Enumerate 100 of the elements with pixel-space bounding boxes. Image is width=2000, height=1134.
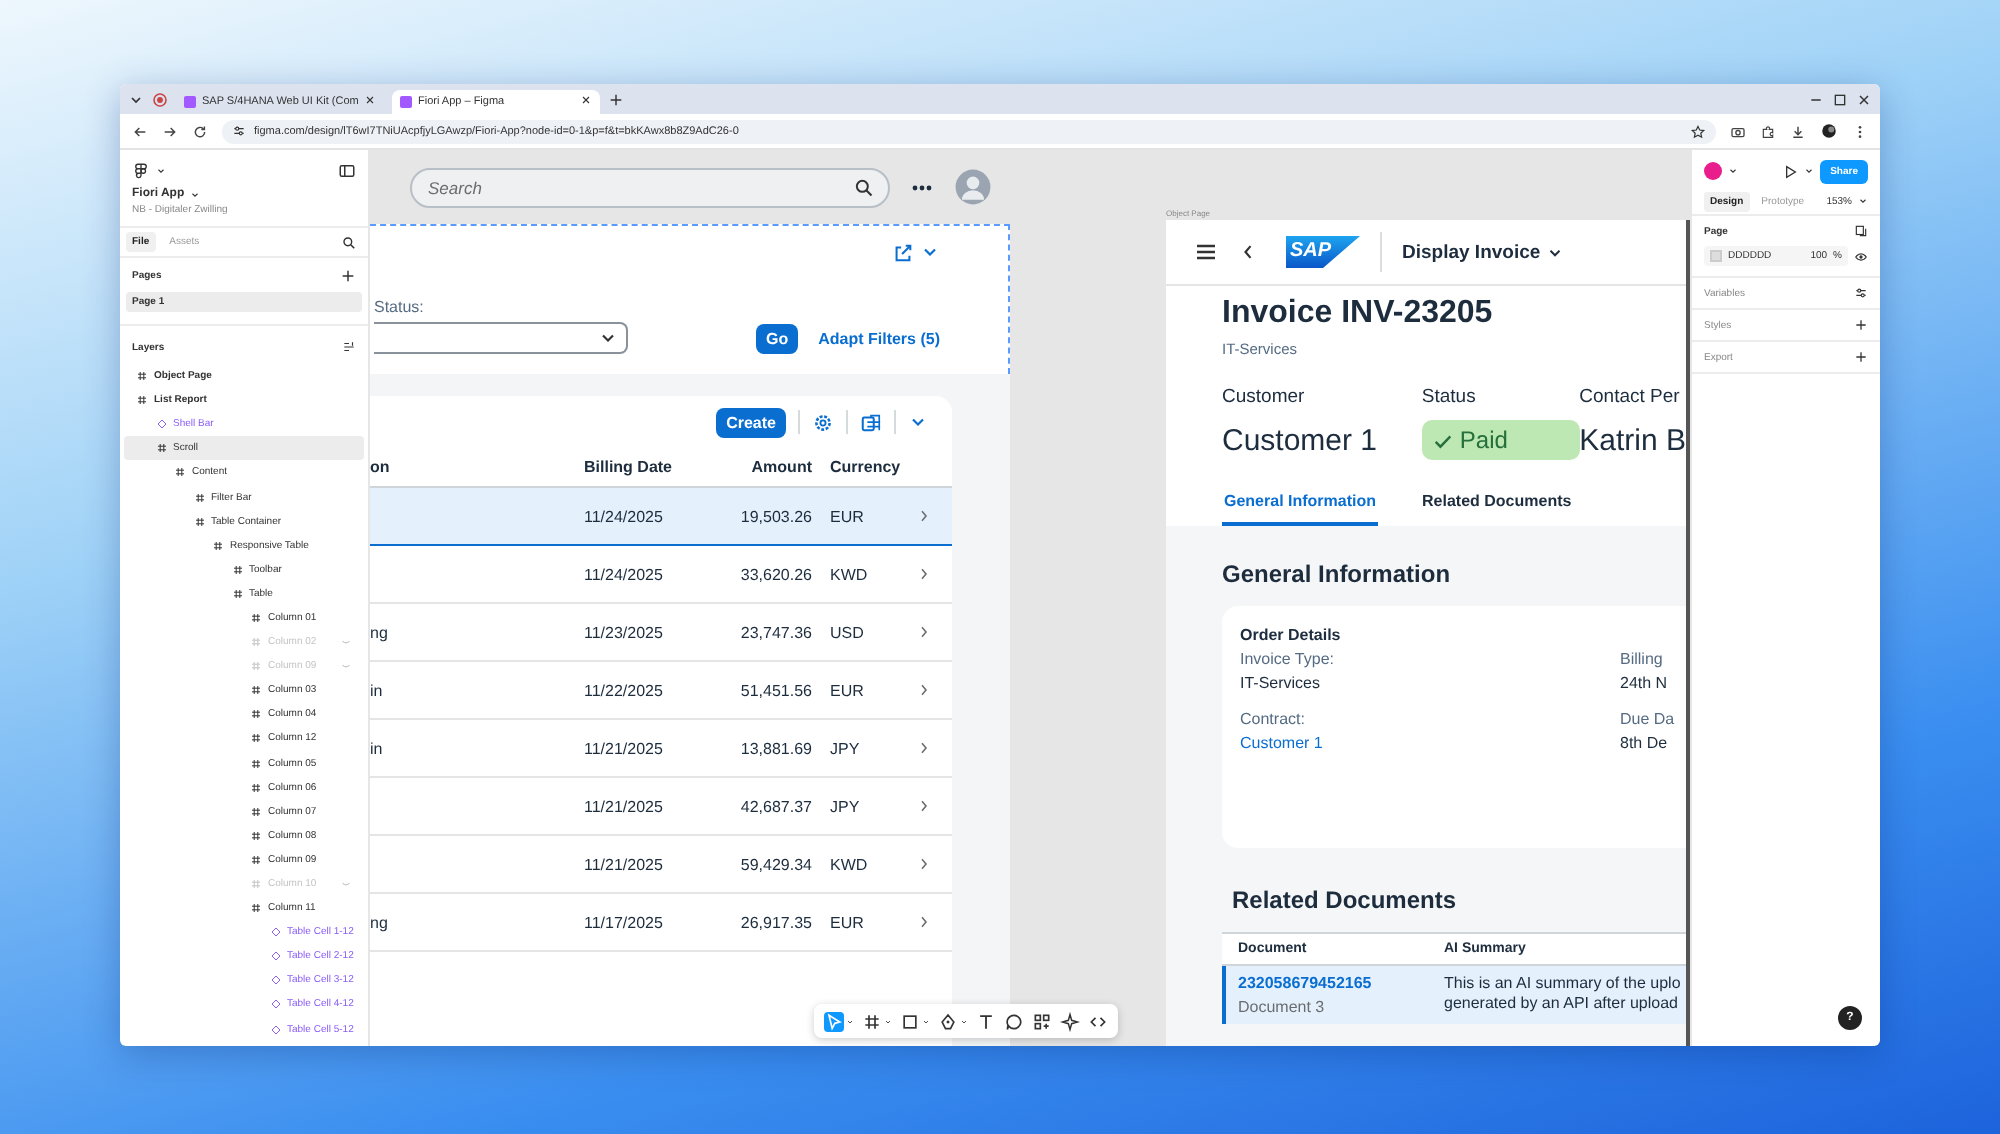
frame-icon [250,732,262,745]
column-header: on [370,458,392,476]
present-icon[interactable] [1782,163,1799,179]
reload-icon[interactable] [192,123,208,139]
ai-summary-text: This is an AI summary of the uplo generated by an API after upload [1444,974,1683,1016]
frame-icon [250,829,262,842]
table-row[interactable]: 11/24/2025 19,503.26 EUR [370,488,952,546]
panel-toggle-icon[interactable] [338,162,356,180]
frame-tool-icon[interactable] [862,1011,882,1031]
column-header[interactable]: Billing Date [584,458,720,476]
close-icon[interactable] [1856,92,1872,108]
section-tab[interactable]: Related Documents [1420,492,1574,526]
table-cell-text: 11/21/2025 [584,855,665,873]
add-icon[interactable] [1854,350,1868,364]
frame-icon [193,491,205,504]
sparkle-icon[interactable] [1060,1011,1080,1031]
settings-icon[interactable] [1854,286,1868,300]
table-cell-text: 11/24/2025 [584,565,665,583]
chevron-right-icon[interactable] [916,508,932,524]
adapt-filters-link[interactable]: Adapt Filters (5) [818,329,940,347]
app-title-menu[interactable]: Display Invoice [1402,241,1565,263]
column-header[interactable]: Amount [720,458,812,476]
attribute-value: Katrin B [1579,424,1686,458]
table-row[interactable]: 11/21/2025 42,687.37 JPY [370,778,952,836]
table-row[interactable]: 11/24/2025 33,620.26 KWD [370,546,952,604]
frame-icon [155,442,167,455]
contract-link[interactable]: Customer 1 [1240,734,1620,752]
field-value: IT-Services [1240,674,1323,692]
status-label: Status: [374,298,426,316]
pen-tool-icon[interactable] [938,1011,958,1031]
site-info-icon[interactable] [232,124,246,138]
move-tool-icon[interactable] [824,1011,844,1031]
add-page-icon[interactable] [340,267,356,283]
status-dropdown[interactable] [374,322,628,354]
close-icon[interactable] [580,93,592,105]
table-row[interactable]: ng 11/23/2025 23,747.36 USD [370,604,952,662]
rectangle-tool-icon[interactable] [900,1011,920,1031]
search-icon[interactable] [342,235,356,249]
chevron-right-icon[interactable] [916,798,932,814]
frame-icon [250,805,262,818]
chevron-right-icon[interactable] [916,682,932,698]
tab-search-icon[interactable] [128,92,144,108]
sap-logo: SAP [1286,236,1360,268]
layout-icon[interactable] [342,340,356,354]
figma-logo-icon[interactable] [132,162,150,180]
document-row[interactable]: 232058679452165 Document 3 This is an AI summary of the uplo generated by an API after upload [1222,966,1686,1024]
column-header[interactable]: Currency [812,458,916,476]
frame-icon [250,781,262,794]
table-cell: ng [370,623,388,641]
field-label: Billing [1620,650,1665,668]
share-icon[interactable] [892,242,914,264]
section-tab[interactable]: General Information [1222,492,1379,526]
section-title: Related Documents [1232,886,1459,914]
document-name: Document 3 [1238,998,1327,1016]
table-cell-text: 33,620.26 [738,565,812,583]
eye-icon[interactable] [1854,249,1868,263]
table-cell-text: 11/22/2025 [584,681,665,699]
new-tab-icon[interactable] [608,92,624,108]
frame-icon [250,611,262,624]
menu-icon[interactable] [1194,240,1218,264]
profile-icon[interactable] [1820,122,1838,140]
go-button[interactable]: Go [755,323,799,353]
table-row[interactable]: 11/21/2025 59,429.34 KWD [370,836,952,894]
text-tool-icon[interactable] [976,1011,996,1031]
bookmark-star-icon[interactable] [1690,123,1706,139]
card-title: Order Details [1240,626,1343,644]
actions-icon[interactable] [1032,1011,1052,1031]
chevron-right-icon[interactable] [916,914,932,930]
frame-icon [193,515,205,528]
chevron-right-icon[interactable] [916,856,932,872]
page-icon[interactable] [1854,224,1868,238]
forward-icon[interactable] [162,123,178,139]
extensions-icon[interactable] [1760,123,1776,139]
table-cell-text: EUR [828,507,866,525]
export-icon[interactable] [860,411,882,433]
comment-tool-icon[interactable] [1004,1011,1024,1031]
chevron-right-icon[interactable] [916,624,932,640]
table-row[interactable]: ng 11/17/2025 26,917.35 EUR [370,894,952,952]
camera-icon[interactable] [1730,123,1746,139]
table-row[interactable]: in 11/21/2025 13,881.69 JPY [370,720,952,778]
frame-icon [174,466,186,479]
search-field[interactable]: Search [410,167,890,207]
table-row[interactable]: in 11/22/2025 51,451.56 EUR [370,662,952,720]
download-icon[interactable] [1790,123,1806,139]
create-button[interactable]: Create [716,407,786,437]
frame-icon [250,684,262,697]
add-icon[interactable] [1854,318,1868,332]
maximize-icon[interactable] [1832,92,1848,108]
table-cell-text: EUR [828,913,866,931]
close-icon[interactable] [364,93,376,105]
user-avatar-icon[interactable] [1704,162,1722,180]
caret-icon [156,166,166,176]
chevron-right-icon[interactable] [916,740,932,756]
frame-icon [250,853,262,866]
document-link[interactable]: 232058679452165 [1238,974,1444,992]
frame-icon [250,636,262,649]
hidden-icon [340,878,352,891]
chevron-right-icon[interactable] [916,566,932,582]
back-icon[interactable] [132,123,148,139]
record-icon[interactable] [152,92,168,108]
